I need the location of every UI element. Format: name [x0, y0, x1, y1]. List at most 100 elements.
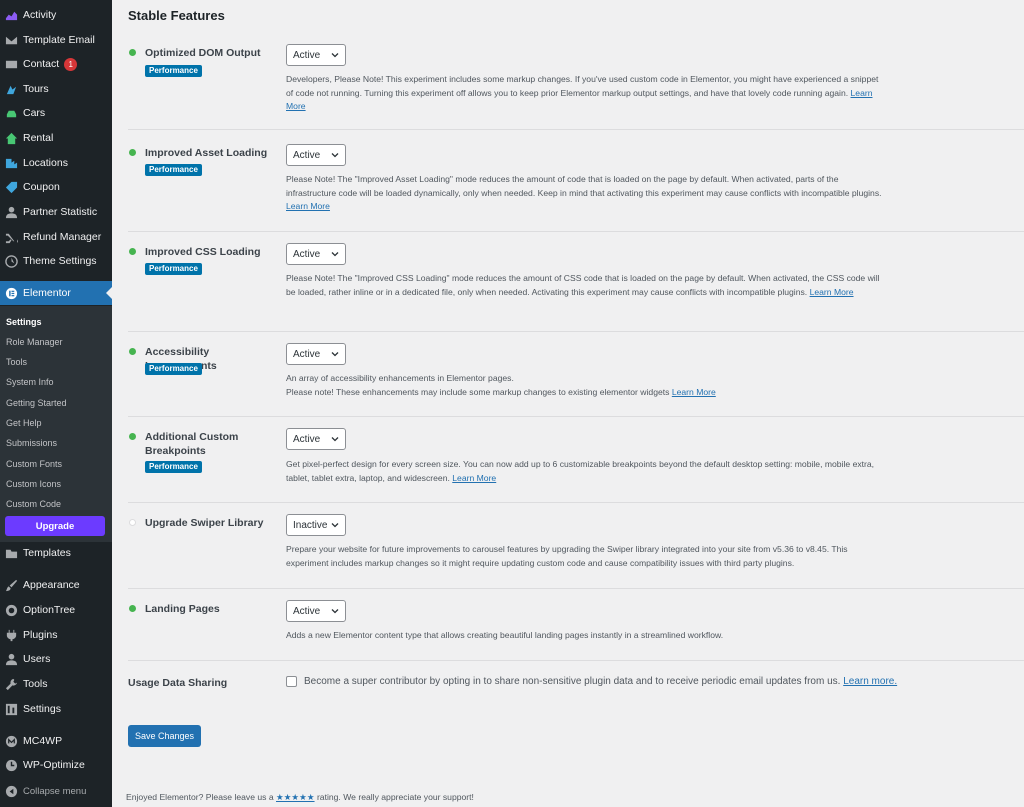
sidebar-item-activity[interactable]: Activity: [0, 3, 112, 27]
sidebar-item-mc4wp[interactable]: MC4WP: [0, 729, 112, 753]
sidebar-item-elementor[interactable]: Elementor: [0, 281, 112, 305]
sidebar-item-wp-optimize[interactable]: WP-Optimize: [0, 753, 112, 777]
sidebar-item-label: Plugins: [23, 629, 58, 641]
save-changes-button[interactable]: Save Changes: [128, 725, 201, 747]
feature-name: Landing Pages: [145, 603, 220, 615]
chevron-down-icon: [331, 352, 339, 357]
submenu-item-settings[interactable]: Settings: [6, 315, 42, 329]
select-value: Active: [293, 348, 321, 360]
sidebar-item-tours[interactable]: Tours: [0, 77, 112, 101]
sidebar-item-tools[interactable]: Tools: [0, 672, 112, 696]
sidebar-item-users[interactable]: Users: [0, 647, 112, 671]
plugin-icon: [4, 628, 18, 642]
feature-status-select[interactable]: Active: [286, 343, 346, 365]
feature-row: Landing Pages Active Adds a new Elemento…: [128, 600, 1024, 661]
chevron-down-icon: [331, 437, 339, 442]
usage-data-text: Become a super contributor by opting in …: [304, 676, 898, 687]
coupon-icon: [4, 180, 18, 194]
feature-description: Please Note! The "Improved Asset Loading…: [286, 174, 882, 211]
learn-more-link[interactable]: Learn More: [810, 287, 854, 297]
sidebar-item-label: Cars: [23, 107, 46, 119]
feature-name: Additional Custom Breakpoints: [145, 431, 239, 457]
feature-name: Improved Asset Loading: [145, 147, 268, 159]
submenu-item-submissions[interactable]: Submissions: [6, 436, 57, 450]
learn-more-link[interactable]: Learn more.: [843, 676, 897, 687]
sidebar-item-refund-manager[interactable]: Refund Manager: [0, 225, 112, 249]
brush-icon: [4, 578, 18, 592]
sidebar-item-theme-settings[interactable]: Theme Settings: [0, 249, 112, 273]
feature-description: An array of accessibility enhancements i…: [286, 373, 716, 397]
settings-icon: [4, 254, 18, 268]
feature-row: Accessibility Improvements Performance A…: [128, 343, 1024, 417]
sidebar-item-coupon[interactable]: Coupon: [0, 175, 112, 199]
submenu-item-system-info[interactable]: System Info: [6, 375, 54, 389]
feature-name: Upgrade Swiper Library: [145, 517, 264, 529]
submenu-item-custom-icons[interactable]: Custom Icons: [6, 477, 61, 491]
chevron-down-icon: [331, 53, 339, 58]
sidebar-item-label: Settings: [23, 703, 61, 715]
learn-more-link[interactable]: Learn More: [286, 201, 330, 211]
sidebar-item-label: OptionTree: [23, 604, 76, 616]
learn-more-link[interactable]: Learn More: [452, 473, 496, 483]
settings-sliders-icon: [4, 702, 18, 716]
feature-description: Please Note! The "Improved CSS Loading" …: [286, 273, 880, 297]
submenu-item-tools[interactable]: Tools: [6, 355, 27, 369]
feature-description: Adds a new Elementor content type that a…: [286, 630, 724, 640]
status-dot: [129, 248, 136, 255]
feature-row: Upgrade Swiper Library Inactive Prepare …: [128, 514, 1024, 589]
sidebar-item-partner-statistic[interactable]: Partner Statistic: [0, 200, 112, 224]
sidebar-item-templates[interactable]: Templates: [0, 541, 112, 565]
sidebar-item-settings[interactable]: Settings: [0, 697, 112, 721]
select-value: Active: [293, 248, 321, 260]
sidebar-item-label: Rental: [23, 132, 54, 144]
footer-rating-text: Enjoyed Elementor? Please leave us a ★★★…: [126, 792, 474, 802]
sidebar-item-rental[interactable]: Rental: [0, 126, 112, 150]
sidebar-item-label: Tours: [23, 83, 49, 95]
sidebar-item-template-email[interactable]: Template Email: [0, 28, 112, 52]
sidebar-item-locations[interactable]: Locations: [0, 151, 112, 175]
feature-status-select[interactable]: Active: [286, 243, 346, 265]
sidebar-item-label: WP-Optimize: [23, 759, 85, 771]
feature-status-select[interactable]: Active: [286, 600, 346, 622]
learn-more-link[interactable]: Learn More: [672, 387, 716, 397]
notification-badge: 1: [64, 57, 78, 71]
sidebar-item-label: Coupon: [23, 181, 60, 193]
sidebar-item-label: Partner Statistic: [23, 206, 98, 218]
contact-icon: [4, 57, 18, 71]
sidebar-item-contact[interactable]: Contact 1: [0, 52, 112, 76]
submenu-item-custom-code[interactable]: Custom Code: [6, 497, 61, 511]
collapse-menu-button[interactable]: Collapse menu: [0, 779, 112, 803]
status-dot: [129, 49, 136, 56]
tours-icon: [4, 82, 18, 96]
submenu-item-get-help[interactable]: Get Help: [6, 416, 42, 430]
users-icon: [4, 652, 18, 666]
feature-status-select[interactable]: Active: [286, 44, 346, 66]
sidebar-item-optiontree[interactable]: OptionTree: [0, 598, 112, 622]
sidebar-item-plugins[interactable]: Plugins: [0, 623, 112, 647]
rating-stars-link[interactable]: ★★★★★: [276, 792, 315, 802]
upgrade-button[interactable]: Upgrade: [5, 516, 105, 536]
status-dot: [129, 149, 136, 156]
feature-status-select[interactable]: Active: [286, 428, 346, 450]
sidebar-item-appearance[interactable]: Appearance: [0, 573, 112, 597]
submenu-item-custom-fonts[interactable]: Custom Fonts: [6, 457, 62, 471]
email-icon: [4, 33, 18, 47]
submenu-item-role-manager[interactable]: Role Manager: [6, 335, 63, 349]
feature-status-select[interactable]: Active: [286, 144, 346, 166]
sidebar-item-label: Template Email: [23, 34, 95, 46]
select-value: Active: [293, 605, 321, 617]
activity-icon: [4, 8, 18, 22]
performance-tag: Performance: [145, 164, 202, 176]
chevron-down-icon: [331, 153, 339, 158]
submenu-item-getting-started[interactable]: Getting Started: [6, 396, 67, 410]
sidebar-item-cars[interactable]: Cars: [0, 101, 112, 125]
chevron-down-icon: [331, 252, 339, 257]
usage-data-checkbox[interactable]: [286, 676, 297, 687]
feature-description: Get pixel-perfect design for every scree…: [286, 459, 875, 483]
feature-description: Developers, Please Note! This experiment…: [286, 74, 879, 111]
feature-status-select[interactable]: Inactive: [286, 514, 346, 536]
sidebar-item-label: Activity: [23, 9, 57, 21]
usage-data-sharing-label: Usage Data Sharing: [128, 677, 228, 689]
user-icon: [4, 205, 18, 219]
select-value: Active: [293, 149, 321, 161]
